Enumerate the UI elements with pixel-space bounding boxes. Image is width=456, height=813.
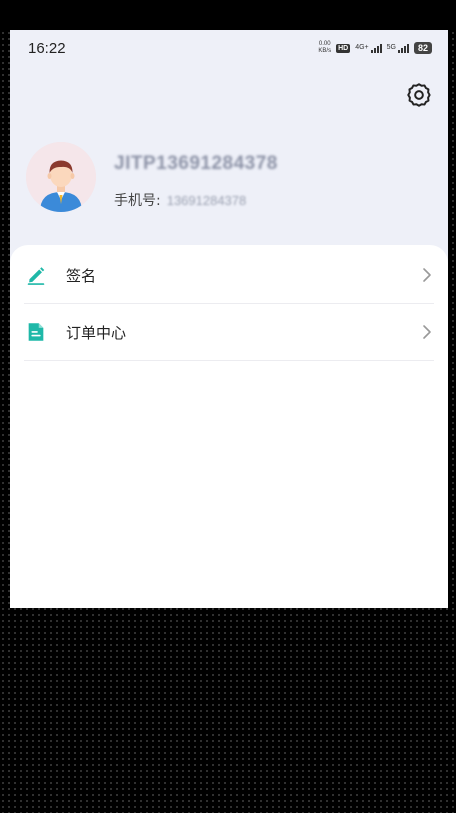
menu-item-label: 订单中心 bbox=[66, 323, 127, 342]
username: JITP13691284378 bbox=[114, 153, 278, 174]
signal-sim1-icon: 4G+ bbox=[355, 43, 382, 53]
pen-edit-icon bbox=[24, 263, 48, 287]
menu-item-signature[interactable]: 签名 bbox=[24, 247, 434, 304]
top-black-band bbox=[0, 0, 456, 30]
avatar[interactable] bbox=[26, 142, 96, 212]
phone-info: 手机号: 13691284378 bbox=[114, 190, 246, 210]
profile-section: JITP13691284378 手机号: 13691284378 bbox=[26, 142, 436, 212]
status-icons: 0.00 KB/s HD 4G+ 5G 82 bbox=[318, 41, 432, 55]
settings-button[interactable] bbox=[404, 80, 434, 110]
signal-sim2-icon: 5G bbox=[386, 43, 409, 53]
menu-item-order-center[interactable]: 订单中心 bbox=[24, 304, 434, 361]
phone-label: 手机号: bbox=[114, 193, 161, 209]
status-time: 16:22 bbox=[28, 40, 66, 57]
network-speed-value: 0.00 bbox=[318, 41, 331, 47]
app-screen: 16:22 0.00 KB/s HD 4G+ 5G 82 JITP1369128… bbox=[10, 30, 448, 608]
hd-badge: HD bbox=[336, 43, 351, 53]
network-speed-unit: KB/s bbox=[318, 48, 332, 54]
menu-card: 签名 订单中心 bbox=[10, 245, 448, 608]
battery-indicator: 82 bbox=[413, 42, 432, 54]
status-bar: 16:22 0.00 KB/s HD 4G+ 5G 82 bbox=[10, 30, 448, 68]
phone-number: 13691284378 bbox=[166, 192, 247, 208]
gear-icon bbox=[407, 83, 431, 107]
signal-sim2-label: 5G bbox=[386, 43, 396, 51]
menu-item-label: 签名 bbox=[66, 266, 97, 285]
order-document-icon bbox=[24, 320, 48, 344]
chevron-right-icon bbox=[420, 322, 434, 342]
chevron-right-icon bbox=[420, 265, 434, 285]
signal-sim1-label: 4G+ bbox=[355, 43, 369, 51]
user-avatar-icon bbox=[26, 142, 96, 212]
network-speed: 0.00 KB/s bbox=[318, 41, 331, 55]
